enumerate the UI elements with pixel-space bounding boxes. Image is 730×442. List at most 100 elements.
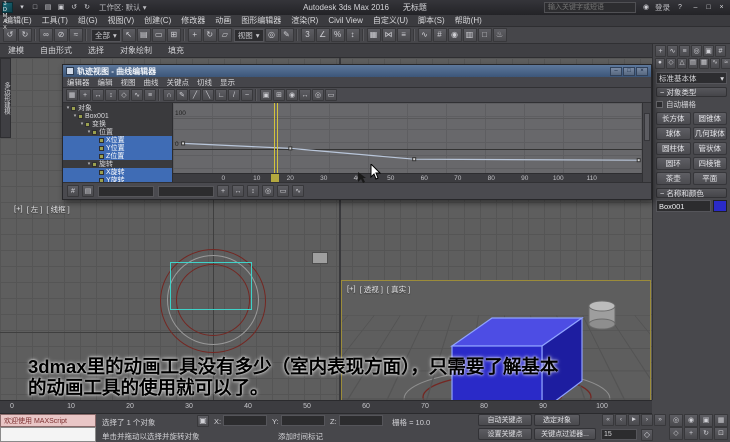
snap-toggle-icon[interactable]: 3 [301,28,315,42]
pan-icon[interactable]: + [217,185,229,197]
track-view-hierarchy-tree[interactable]: ▾对象▾Box001▾变换▾位置X位置Y位置Z位置▾旋转X旋转Y旋转Z旋转缩放 [63,103,173,182]
object-type-button[interactable]: 茶壶 [656,172,691,185]
edit-named-selection-icon[interactable]: ▦ [367,28,381,42]
viewport-label-token[interactable]: [ 透视 ] [360,284,383,295]
keyframe-point[interactable] [637,159,640,162]
track-view-minimize-button[interactable]: – [610,67,622,76]
menu-item[interactable]: Civil View [323,16,368,25]
space-warps-icon[interactable]: ∿ [710,58,720,69]
field-of-view-icon[interactable]: ◇ [669,427,683,440]
select-and-manipulate-icon[interactable]: ✎ [280,28,294,42]
menu-item[interactable]: 创建(C) [139,15,176,26]
rectangular-selection-region-icon[interactable]: ▭ [152,28,166,42]
ribbon-tab[interactable]: 填充 [160,44,192,57]
slide-keys-icon[interactable]: ↔ [92,89,104,101]
isolate-curve-icon[interactable]: ∿ [292,185,304,197]
track-view-time-ruler[interactable]: 0102030405060708090100110 [173,173,642,182]
gray-helper-object[interactable] [312,252,328,264]
play-icon[interactable]: ► [628,414,640,426]
object-type-button[interactable]: 圆锥体 [693,112,728,125]
keyframe-point[interactable] [289,147,292,150]
object-type-button[interactable]: 长方体 [656,112,691,125]
object-type-button[interactable]: 四棱锥 [693,157,728,170]
move-keys-icon[interactable]: + [79,89,91,101]
menu-item[interactable]: 自定义(U) [368,15,413,26]
render-production-icon[interactable]: ♨ [493,28,507,42]
maxscript-mini-listener-white[interactable] [0,427,96,442]
spinner-snap-icon[interactable]: ↕ [346,28,360,42]
reference-coordinate-dropdown[interactable]: 视图 ▾ [234,29,264,42]
new-scene-icon[interactable]: □ [29,2,41,14]
search-input[interactable] [544,2,636,13]
maximize-viewport-toggle-icon[interactable]: ⊡ [714,427,728,440]
gray-cylinder-object[interactable] [582,297,622,333]
time-slider-track-bar[interactable]: 0102030405060708090100 [0,400,652,414]
helpers-icon[interactable]: ▦ [699,58,709,69]
track-tree-item[interactable]: ▾Box001 [63,112,172,120]
menu-item[interactable]: 脚本(S) [413,15,450,26]
maxscript-mini-listener-pink[interactable]: 欢迎使用 MAXScript [0,414,96,427]
scrollbar-thumb[interactable] [644,113,650,141]
ruler-time-marker[interactable] [271,174,279,182]
show-keyable-icon[interactable]: ◉ [286,89,298,101]
ribbon-tab-polygon-modeling[interactable]: 多边形建模 [0,58,11,138]
app-menu-icon[interactable]: ▾ [16,2,28,14]
use-pivot-center-icon[interactable]: ◎ [265,28,279,42]
user-account-icon[interactable]: ◉ [640,2,652,14]
ribbon-tab[interactable]: 自由形式 [32,44,80,57]
menu-item[interactable]: 修改器 [176,15,210,26]
workspace-selector[interactable]: 工作区: 默认 ▾ [95,2,151,13]
menu-item[interactable]: 帮助(H) [450,15,487,26]
orbit-icon[interactable]: ↻ [699,427,713,440]
tangents-step-icon[interactable]: ∟ [215,89,227,101]
object-name-field[interactable]: Box001 [656,200,711,212]
tangents-fast-icon[interactable]: ╱ [189,89,201,101]
menu-item[interactable]: 视图(V) [102,15,139,26]
help-icon[interactable]: ? [674,2,686,14]
previous-frame-icon[interactable]: ‹ [615,414,627,426]
maximize-button[interactable]: □ [702,2,715,13]
name-color-rollout-header[interactable]: −名称和颜色 [656,188,727,198]
hierarchy-tab-icon[interactable]: ≡ [679,45,690,57]
menu-item[interactable]: 工具(T) [37,15,73,26]
redo-icon[interactable]: ↻ [81,2,93,14]
systems-icon[interactable]: ≈ [721,58,730,69]
angle-snap-icon[interactable]: ∠ [316,28,330,42]
zoom-horizontal-extents-icon[interactable]: ↔ [299,89,311,101]
tangents-linear-icon[interactable]: / [228,89,240,101]
key-mode-toggle-icon[interactable]: ◇ [641,429,653,441]
selected-mode-dropdown[interactable]: 选定对象 [534,414,580,426]
material-editor-icon[interactable]: ◉ [448,28,462,42]
primitive-category-dropdown[interactable]: 标准基本体▾ [656,72,727,84]
rendered-frame-window-icon[interactable]: □ [478,28,492,42]
sign-in-label[interactable]: 登录 [655,2,670,13]
add-time-tag[interactable]: 添加时间标记 [278,431,323,442]
undo-icon[interactable]: ↺ [68,2,80,14]
track-view-menu-item[interactable]: 曲线 [140,77,163,88]
zoom-extents-icon[interactable]: ▣ [699,414,713,427]
reduce-keys-icon[interactable]: ≡ [144,89,156,101]
keyframe-point[interactable] [413,158,416,161]
zoom-icon[interactable]: ◎ [262,185,274,197]
ribbon-tab[interactable]: 建模 [0,44,32,57]
object-type-button[interactable]: 圆柱体 [656,142,691,155]
key-time-field[interactable] [98,186,154,197]
track-view-menu-item[interactable]: 编辑器 [63,77,94,88]
object-type-button[interactable]: 平面 [693,172,728,185]
current-frame-field[interactable]: 15 [601,429,637,440]
object-type-button[interactable]: 球体 [656,127,691,140]
tangents-smooth-icon[interactable]: ~ [241,89,253,101]
snap-frames-icon[interactable]: ⊞ [273,89,285,101]
auto-key-button[interactable]: 自动关键点 [478,414,532,426]
zoom-region-icon[interactable]: ▭ [277,185,289,197]
animation-curve[interactable] [173,103,642,173]
add-keys-icon[interactable]: ◇ [118,89,130,101]
scale-keys-icon[interactable]: ↕ [105,89,117,101]
ribbon-tab[interactable]: 选择 [80,44,112,57]
track-view-maximize-button[interactable]: □ [623,67,635,76]
tangents-auto-icon[interactable]: ∩ [163,89,175,101]
select-and-move-icon[interactable]: + [188,28,202,42]
schematic-view-icon[interactable]: # [433,28,447,42]
filters-icon[interactable]: ▦ [66,89,78,101]
object-color-swatch[interactable] [713,200,727,212]
